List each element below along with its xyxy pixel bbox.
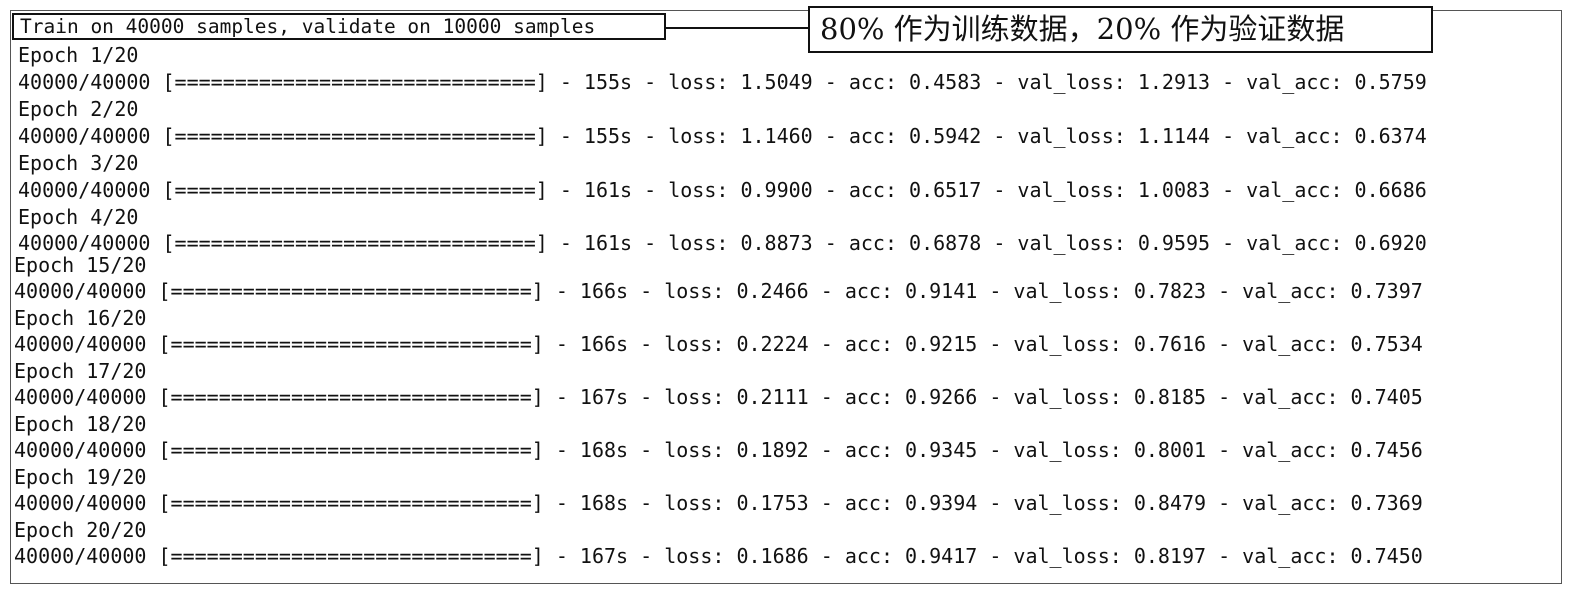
epoch-label-18: Epoch 18/20 <box>14 412 147 436</box>
progress-line-20: 40000/40000 [===========================… <box>14 544 1423 568</box>
callout-connector-line <box>666 27 808 29</box>
annotation-callout: 80% 作为训练数据，20% 作为验证数据 <box>808 6 1433 53</box>
progress-line-16: 40000/40000 [===========================… <box>14 332 1423 356</box>
progress-line-17: 40000/40000 [===========================… <box>14 385 1423 409</box>
epoch-label-17: Epoch 17/20 <box>14 359 147 383</box>
epoch-label-4: Epoch 4/20 <box>18 205 139 229</box>
epoch-label-19: Epoch 19/20 <box>14 465 147 489</box>
epoch-label-3: Epoch 3/20 <box>18 151 139 175</box>
progress-line-18: 40000/40000 [===========================… <box>14 438 1423 462</box>
train-summary-box: Train on 40000 samples, validate on 1000… <box>12 13 666 40</box>
progress-line-2: 40000/40000 [===========================… <box>18 124 1427 148</box>
progress-line-4: 40000/40000 [===========================… <box>18 231 1427 255</box>
epoch-label-16: Epoch 16/20 <box>14 306 147 330</box>
progress-line-3: 40000/40000 [===========================… <box>18 178 1427 202</box>
epoch-label-15: Epoch 15/20 <box>14 253 147 277</box>
epoch-label-2: Epoch 2/20 <box>18 97 139 121</box>
progress-line-1: 40000/40000 [===========================… <box>18 70 1427 94</box>
epoch-label-1: Epoch 1/20 <box>18 43 139 67</box>
epoch-label-20: Epoch 20/20 <box>14 518 147 542</box>
progress-line-15: 40000/40000 [===========================… <box>14 279 1423 303</box>
progress-line-19: 40000/40000 [===========================… <box>14 491 1423 515</box>
